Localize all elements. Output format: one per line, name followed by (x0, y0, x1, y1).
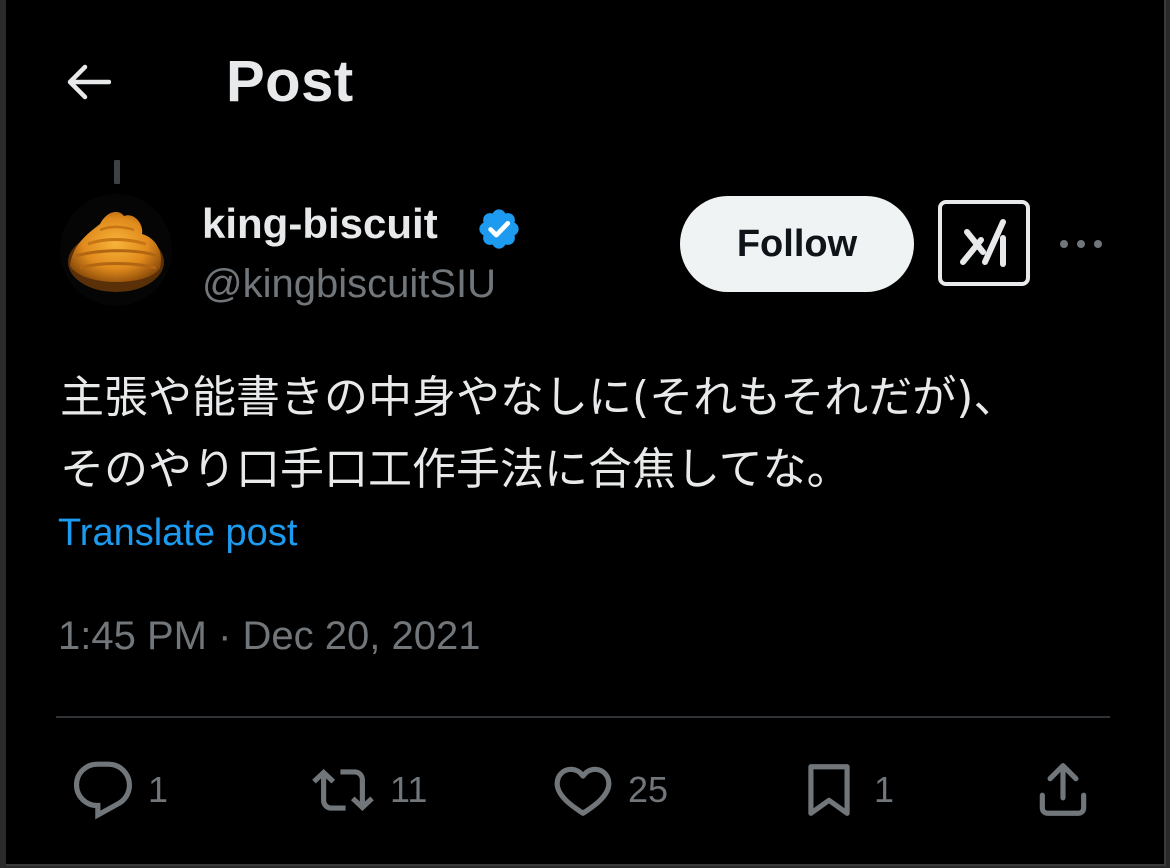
more-options-button[interactable] (1056, 222, 1106, 266)
bookmark-button[interactable]: 1 (798, 758, 894, 822)
follow-button[interactable]: Follow (680, 196, 914, 292)
repost-button[interactable]: 11 (310, 758, 427, 822)
post-text: 主張や能書きの中身やなしに(それもそれだが)、 そのやり口手口工作手法に合焦して… (60, 362, 1120, 506)
bookmark-count: 1 (874, 769, 895, 810)
biscuit-avatar-image (60, 194, 172, 306)
avatar[interactable] (60, 194, 172, 306)
like-button[interactable]: 25 (552, 758, 668, 822)
page-title: Post (226, 49, 354, 114)
translate-post-link[interactable]: Translate post (58, 512, 297, 555)
post-detail-view: Post king-biscuit @kingbiscuitSIU Follow… (6, 0, 1166, 866)
repost-icon (312, 769, 374, 811)
thread-connector-line (114, 160, 120, 184)
post-timestamp[interactable]: 1:45 PM · Dec 20, 2021 (58, 614, 480, 659)
repost-count: 11 (390, 769, 428, 810)
arrow-left-icon (67, 64, 111, 100)
reply-button[interactable]: 1 (72, 758, 168, 822)
grok-button[interactable] (938, 200, 1030, 286)
author-handle[interactable]: @kingbiscuitSIU (202, 262, 496, 307)
divider (56, 716, 1110, 718)
bookmark-icon (808, 764, 850, 816)
post-text-line: そのやり口手口工作手法に合焦してな。 (60, 444, 851, 495)
verified-badge-icon (476, 206, 522, 252)
post-text-line: 主張や能書きの中身やなしに(それもそれだが)、 (60, 372, 1018, 423)
share-button[interactable] (1032, 758, 1094, 822)
author-display-name[interactable]: king-biscuit (202, 200, 438, 248)
grok-icon (960, 219, 1006, 267)
reply-icon (73, 761, 133, 820)
reply-count: 1 (148, 769, 169, 810)
more-icon (1060, 240, 1102, 248)
heart-icon (554, 766, 612, 816)
like-count: 25 (628, 769, 669, 810)
share-icon (1039, 763, 1087, 816)
back-button[interactable] (58, 52, 118, 112)
